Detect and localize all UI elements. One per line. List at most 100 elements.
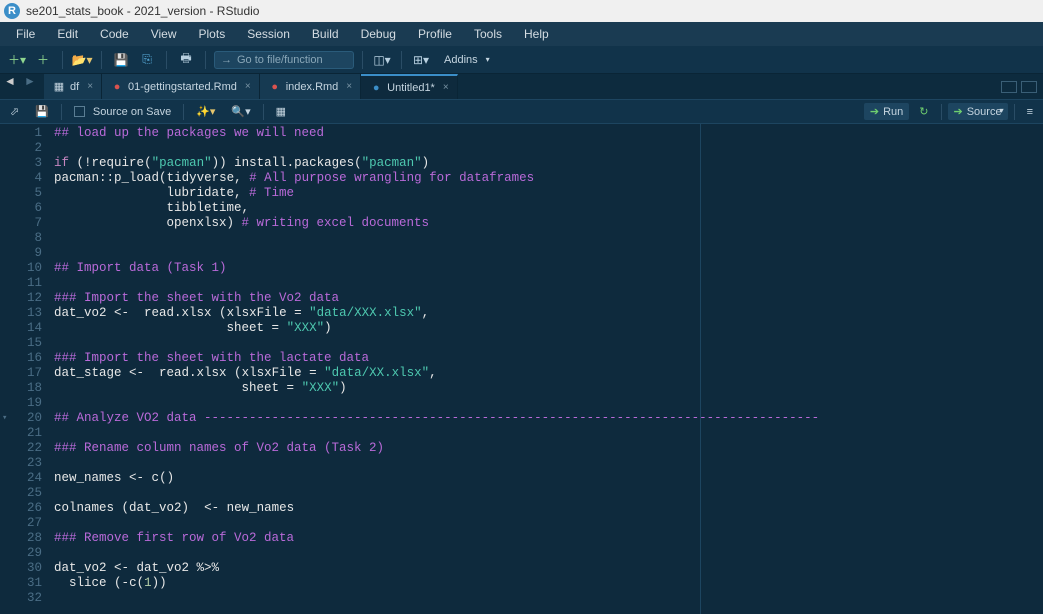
editor-tabs: ◄ ► ▦df×●01-gettingstarted.Rmd×●index.Rm… [0,74,1043,100]
rerun-button[interactable]: ↻ [913,103,934,120]
new-project-button[interactable]: ＋ [32,50,54,70]
tab-label: df [70,81,79,93]
code-line[interactable]: ### Import the sheet with the lactate da… [54,351,1043,366]
close-tab-button[interactable]: × [346,81,352,92]
new-file-button[interactable]: ＋▾ [6,50,28,70]
code-line[interactable]: openxlsx) # writing excel documents [54,216,1043,231]
code-line[interactable]: ### Rename column names of Vo2 data (Tas… [54,441,1043,456]
menu-help[interactable]: Help [514,24,559,44]
editor-tab-2[interactable]: ●index.Rmd× [260,74,361,99]
open-file-button[interactable]: 📂▾ [71,50,93,70]
print-button[interactable]: 🖶 [175,50,197,70]
code-editor[interactable]: 1234567891011121314151617181920▾21222324… [0,124,1043,614]
code-line[interactable]: dat_vo2 <- dat_vo2 %>% [54,561,1043,576]
code-line[interactable] [54,591,1043,606]
source-button[interactable]: ➔ Source [948,103,1008,120]
code-line[interactable]: slice (-c(1)) [54,576,1043,591]
separator [401,51,402,69]
code-line[interactable] [54,141,1043,156]
tab-back-button[interactable]: ◄ [4,74,24,99]
code-line[interactable] [54,426,1043,441]
separator [941,104,942,120]
separator [362,51,363,69]
menu-build[interactable]: Build [302,24,349,44]
table-icon: ▦ [52,80,66,94]
menu-plots[interactable]: Plots [189,24,236,44]
tab-forward-button[interactable]: ► [24,74,44,99]
code-line[interactable] [54,456,1043,471]
line-number-gutter: 1234567891011121314151617181920▾21222324… [0,124,50,614]
save-source-button[interactable]: 💾 [29,103,55,120]
addins-button[interactable]: Addins [436,52,492,68]
close-tab-button[interactable]: × [87,81,93,92]
code-line[interactable]: ### Remove first row of Vo2 data [54,531,1043,546]
menu-debug[interactable]: Debug [351,24,406,44]
menu-view[interactable]: View [141,24,187,44]
code-content[interactable]: ## load up the packages we will need if (… [50,124,1043,614]
code-line[interactable]: ## Analyze VO2 data --------------------… [54,411,1043,426]
code-line[interactable] [54,336,1043,351]
separator [61,104,62,120]
source-toolbar: ⬀ 💾 Source on Save ✨▾ 🔍▾ ▦ ➔ Run ↻ ➔ Sou… [0,100,1043,124]
source-label: Source [967,106,1002,118]
code-line[interactable]: sheet = "XXX") [54,321,1043,336]
menu-session[interactable]: Session [237,24,300,44]
code-line[interactable] [54,486,1043,501]
close-tab-button[interactable]: × [245,81,251,92]
close-tab-button[interactable]: × [443,82,449,93]
code-line[interactable] [54,396,1043,411]
code-line[interactable]: colnames (dat_vo2) <- new_names [54,501,1043,516]
code-line[interactable] [54,231,1043,246]
r-icon: ● [369,81,383,95]
separator [263,104,264,120]
find-button[interactable]: 🔍▾ [225,103,256,120]
menu-profile[interactable]: Profile [408,24,462,44]
source-on-save-checkbox[interactable]: Source on Save [68,104,177,120]
rmd-icon: ● [110,80,124,94]
editor-tab-3[interactable]: ● Untitled1* × [361,74,458,99]
code-line[interactable] [54,276,1043,291]
code-line[interactable]: lubridate, # Time [54,186,1043,201]
separator [166,51,167,69]
menu-tools[interactable]: Tools [464,24,512,44]
menu-edit[interactable]: Edit [47,24,88,44]
code-line[interactable]: ### Import the sheet with the Vo2 data [54,291,1043,306]
editor-tab-1[interactable]: ●01-gettingstarted.Rmd× [102,74,260,99]
workspace-pane-button[interactable]: ◫▾ [371,50,393,70]
editor-tab-0[interactable]: ▦ df × [44,74,102,99]
notebook-button[interactable]: ▦ [270,103,292,120]
popout-button[interactable]: ⬀ [4,103,25,120]
outline-button[interactable]: ≡ [1021,104,1039,120]
goto-file-input[interactable]: Go to file/function [214,51,354,69]
source-on-save-label: Source on Save [93,106,171,118]
wand-button[interactable]: ✨▾ [190,103,221,120]
menu-file[interactable]: File [6,24,45,44]
separator [62,51,63,69]
code-line[interactable]: dat_vo2 <- read.xlsx (xlsxFile = "data/X… [54,306,1043,321]
code-line[interactable]: dat_stage <- read.xlsx (xlsxFile = "data… [54,366,1043,381]
maximize-pane-button[interactable] [1021,81,1037,93]
code-line[interactable] [54,246,1043,261]
code-line[interactable]: if (!require("pacman")) install.packages… [54,156,1043,171]
code-line[interactable]: sheet = "XXX") [54,381,1043,396]
run-label: Run [883,106,903,118]
code-line[interactable] [54,516,1043,531]
code-line[interactable]: ## load up the packages we will need [54,126,1043,141]
save-button[interactable]: 💾 [110,50,132,70]
tab-label: index.Rmd [286,81,339,93]
pane-window-controls [1001,74,1043,99]
save-all-button[interactable]: ⎘ [136,50,158,70]
minimize-pane-button[interactable] [1001,81,1017,93]
run-button[interactable]: ➔ Run [864,103,909,120]
code-line[interactable]: tibbletime, [54,201,1043,216]
window-title: se201_stats_book - 2021_version - RStudi… [26,4,259,18]
separator [1014,104,1015,120]
code-line[interactable]: new_names <- c() [54,471,1043,486]
menu-code[interactable]: Code [90,24,139,44]
grid-button[interactable]: ⊞▾ [410,50,432,70]
code-line[interactable]: pacman::p_load(tidyverse, # All purpose … [54,171,1043,186]
tab-label: Untitled1* [387,82,435,94]
code-line[interactable]: ## Import data (Task 1) [54,261,1043,276]
code-line[interactable] [54,546,1043,561]
main-menubar: File Edit Code View Plots Session Build … [0,22,1043,46]
